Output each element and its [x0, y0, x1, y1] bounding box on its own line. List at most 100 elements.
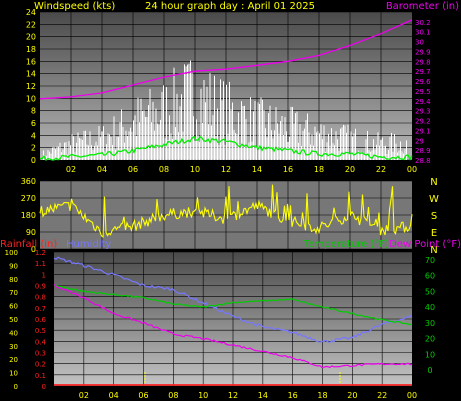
wind-x-tick-label: 04 [97, 165, 107, 174]
windspeed-tick-label: 14 [26, 70, 36, 79]
barometer-tick-label: 29.7 [415, 68, 431, 76]
barometer-tick-label: 29.2 [415, 118, 431, 126]
rain-tick-label: 0.3 [35, 350, 46, 358]
windspeed-tick-label: 12 [26, 82, 36, 91]
humidity-tick-label: 60 [9, 303, 18, 311]
rain-tick-label: 1 [42, 271, 46, 279]
humidity-tick-label: 80 [9, 276, 18, 284]
rain-tick-label: 0.6 [35, 316, 47, 324]
climate-time-axis: 02 04 06 08 10 12 14 16 18 20 22 00 [79, 391, 417, 400]
temperature-tick-label: 70 [425, 256, 435, 265]
humidity-tick-label: 70 [9, 289, 18, 297]
windspeed-tick-label: 24 [26, 8, 36, 17]
barometer-tick-label: 30 [415, 39, 424, 47]
windspeed-tick-label: 4 [31, 131, 36, 140]
wind-x-tick-label: 22 [376, 165, 386, 174]
climate-x-tick-label: 18 [317, 391, 327, 400]
direction-tick-label: 180 [21, 211, 36, 220]
barometer-tick-label: 29.4 [415, 98, 431, 106]
wind-time-axis: 02 04 06 08 10 12 14 16 18 20 22 00 [66, 165, 417, 174]
rain-tick-label: 0 [42, 383, 46, 391]
windspeed-tick-label: 16 [26, 57, 36, 66]
direction-tick-label: 360 [21, 177, 36, 186]
wind-x-tick-label: 20 [345, 165, 355, 174]
climate-x-tick-label: 08 [168, 391, 178, 400]
climate-x-tick-label: 00 [407, 391, 417, 400]
barometer-tick-label: 29.1 [415, 127, 431, 135]
barometer-tick-label: 30.2 [415, 19, 431, 27]
humidity-axis: 0 10 20 30 40 50 60 70 80 90 100 [5, 249, 18, 391]
wind-x-tick-label: 08 [159, 165, 169, 174]
rain-tick-label: 1.1 [35, 260, 46, 268]
humidity-tick-label: 20 [9, 356, 18, 364]
rain-tick-label: 0.9 [35, 283, 46, 291]
humidity-tick-label: 0 [14, 383, 18, 391]
temperature-tick-label: 50 [425, 287, 435, 296]
compass-label: N [430, 177, 437, 188]
wind-x-tick-label: 02 [66, 165, 76, 174]
climate-x-tick-label: 22 [377, 391, 387, 400]
temperature-tick-label: 10 [425, 350, 435, 359]
windspeed-tick-label: 2 [31, 144, 36, 153]
barometer-tick-label: 29.8 [415, 58, 431, 66]
compass-label: W [429, 194, 439, 205]
barometer-tick-label: 28.9 [415, 147, 431, 155]
humidity-tick-label: 30 [9, 343, 18, 351]
rain-tick-label: 0.7 [35, 305, 46, 313]
wind-x-tick-label: 16 [283, 165, 293, 174]
wind-x-tick-label: 06 [128, 165, 138, 174]
windspeed-tick-label: 0 [31, 156, 36, 165]
rain-axis: 0 0.1 0.2 0.3 0.4 0.5 0.6 0.7 0.8 0.9 1 1.1 1.2 [35, 249, 47, 391]
barometer-tick-label: 29.5 [415, 88, 431, 96]
climate-x-tick-label: 16 [288, 391, 298, 400]
windspeed-header: Windspeed (kts) [34, 1, 115, 12]
temperature-tick-label: 20 [425, 335, 435, 344]
legend-humidity: Humidity [66, 239, 111, 250]
climate-x-tick-label: 02 [79, 391, 89, 400]
windspeed-tick-label: 22 [26, 20, 36, 29]
windspeed-tick-label: 6 [31, 119, 36, 128]
graph-date-title: 24 hour graph day : April 01 2025 [145, 1, 315, 12]
weather-graph: Windspeed (kts) 24 hour graph day : Apri… [0, 1, 461, 400]
temperature-tick-label: 40 [425, 303, 435, 312]
compass-label: E [431, 228, 437, 239]
windspeed-tick-label: 20 [26, 33, 36, 42]
humidity-tick-label: 100 [5, 249, 18, 257]
humidity-tick-label: 90 [9, 262, 18, 270]
temperature-tick-label: 60 [425, 272, 435, 281]
wind-x-tick-label: 14 [252, 165, 262, 174]
climate-x-tick-label: 04 [109, 391, 119, 400]
wind-x-tick-label: 00 [407, 165, 417, 174]
legend-temperature: Temperature (°F) [303, 239, 389, 250]
climate-x-tick-label: 10 [198, 391, 208, 400]
climate-x-tick-label: 20 [347, 391, 357, 400]
climate-x-tick-label: 12 [228, 391, 238, 400]
barometer-tick-label: 29.6 [415, 78, 431, 86]
windspeed-tick-label: 10 [26, 94, 36, 103]
barometer-header: Barometer (in) [386, 1, 459, 12]
windspeed-axis: 024681012141618202224 [26, 8, 36, 165]
climate-x-tick-label: 14 [258, 391, 268, 400]
barometer-tick-label: 29 [415, 137, 424, 145]
barometer-tick-label: 29.9 [415, 48, 431, 56]
climate-panel: 0102030405060708090100 00.10.20.30.40.50… [5, 249, 435, 400]
wind-x-tick-label: 10 [190, 165, 200, 174]
temperature-tick-label: 0 [427, 366, 432, 375]
wind-x-tick-label: 18 [314, 165, 324, 174]
barometer-tick-label: 28.8 [415, 157, 431, 165]
temperature-tick-label: 30 [425, 319, 435, 328]
humidity-tick-label: 50 [9, 316, 18, 324]
rain-tick-label: 0.4 [35, 338, 47, 346]
legend-dewpoint: Dew Point (°F) [389, 239, 461, 250]
rain-tick-label: 1.2 [35, 249, 46, 257]
barometer-tick-label: 29.3 [415, 108, 431, 116]
climate-x-tick-label: 06 [138, 391, 148, 400]
barometer-tick-label: 30.1 [415, 29, 431, 37]
rain-tick-label: 0.8 [35, 294, 46, 302]
direction-tick-label: 90 [26, 228, 36, 237]
barometer-axis: 28.8 28.9 29 29.129.2 29.3 29.4 29.5 29.6 29.7 29… [415, 19, 431, 165]
wind-x-tick-label: 12 [221, 165, 231, 174]
humidity-tick-label: 10 [9, 370, 18, 378]
rain-tick-label: 0.2 [35, 361, 46, 369]
rain-tick-label: 0.1 [35, 372, 46, 380]
